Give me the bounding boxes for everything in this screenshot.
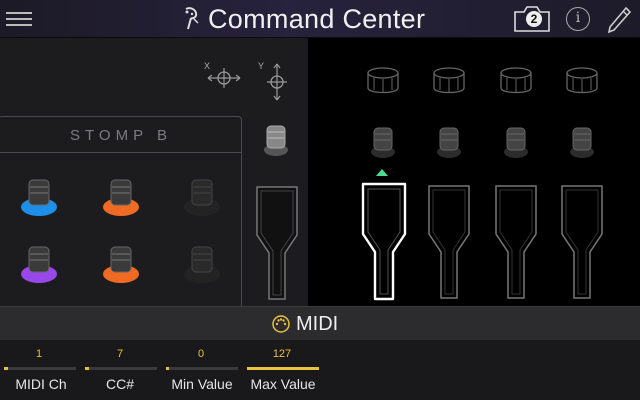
title-group: Command Center xyxy=(180,3,425,35)
y-axis-controller-icon[interactable]: Y xyxy=(258,60,292,104)
selected-indicator-icon xyxy=(376,169,388,176)
param-slider[interactable] xyxy=(4,367,76,370)
drum-icon[interactable] xyxy=(565,66,599,96)
page-title: Command Center xyxy=(208,3,426,34)
pencil-icon[interactable] xyxy=(606,6,632,34)
param-cc-number[interactable]: 7 CC# xyxy=(81,340,159,400)
midi-title-group: MIDI xyxy=(272,311,338,337)
knob-icon[interactable] xyxy=(435,124,463,160)
param-label: CC# xyxy=(105,376,134,392)
param-value: 127 xyxy=(272,348,292,360)
snapshot-button[interactable]: 2 xyxy=(513,5,551,33)
param-value: 0 xyxy=(197,348,205,360)
footswitch-2[interactable] xyxy=(101,178,141,218)
midi-param-row: 1 MIDI Ch 7 CC# 0 Min Value 127 Max Valu… xyxy=(0,340,640,400)
expression-pedal[interactable] xyxy=(560,184,604,300)
footswitch-6[interactable] xyxy=(182,245,222,285)
x-axis-controller-icon[interactable]: X xyxy=(202,60,246,92)
expression-pedal[interactable] xyxy=(427,184,471,300)
expression-pedal[interactable] xyxy=(494,184,538,300)
param-min-value[interactable]: 0 Min Value xyxy=(162,340,240,400)
y-axis-label: Y xyxy=(258,61,264,71)
knob-icon[interactable] xyxy=(262,122,290,158)
footswitch-1[interactable] xyxy=(19,178,59,218)
footswitch-5[interactable] xyxy=(101,245,141,285)
param-value: 7 xyxy=(116,348,124,360)
footswitch-3[interactable] xyxy=(182,178,222,218)
param-slider[interactable] xyxy=(166,367,238,370)
param-label: Min Value xyxy=(171,376,233,392)
info-icon[interactable]: i xyxy=(566,7,590,31)
param-value: 1 xyxy=(35,348,43,360)
knob-icon[interactable] xyxy=(369,124,397,160)
param-label: MIDI Ch xyxy=(15,376,67,392)
knob-icon[interactable] xyxy=(502,124,530,160)
param-slider[interactable] xyxy=(85,367,157,370)
param-max-value[interactable]: 127 Max Value xyxy=(243,340,321,400)
command-center-icon xyxy=(185,7,199,30)
footswitch-4[interactable] xyxy=(19,245,59,285)
drum-icon[interactable] xyxy=(366,66,400,96)
expression-pedal-icon[interactable] xyxy=(255,185,299,301)
expression-pedal-selected[interactable] xyxy=(361,182,407,302)
param-label: Max Value xyxy=(250,376,316,392)
param-midi-ch[interactable]: 1 MIDI Ch xyxy=(0,340,78,400)
knob-icon[interactable] xyxy=(568,124,596,160)
drum-icon[interactable] xyxy=(432,66,466,96)
drum-icon[interactable] xyxy=(499,66,533,96)
stomp-label: STOMP B xyxy=(70,127,172,144)
x-axis-label: X xyxy=(204,61,210,71)
snapshot-count-badge: 2 xyxy=(526,11,542,27)
midi-section-header: MIDI xyxy=(0,306,640,340)
stomp-divider xyxy=(0,152,242,153)
param-slider[interactable] xyxy=(247,367,319,370)
midi-connector-icon xyxy=(272,315,290,333)
header-bar: Command Center 2 i xyxy=(0,0,640,38)
stomp-panel: X Y STOMP B xyxy=(0,38,308,308)
midi-title: MIDI xyxy=(296,312,339,335)
hamburger-icon[interactable] xyxy=(6,8,32,30)
